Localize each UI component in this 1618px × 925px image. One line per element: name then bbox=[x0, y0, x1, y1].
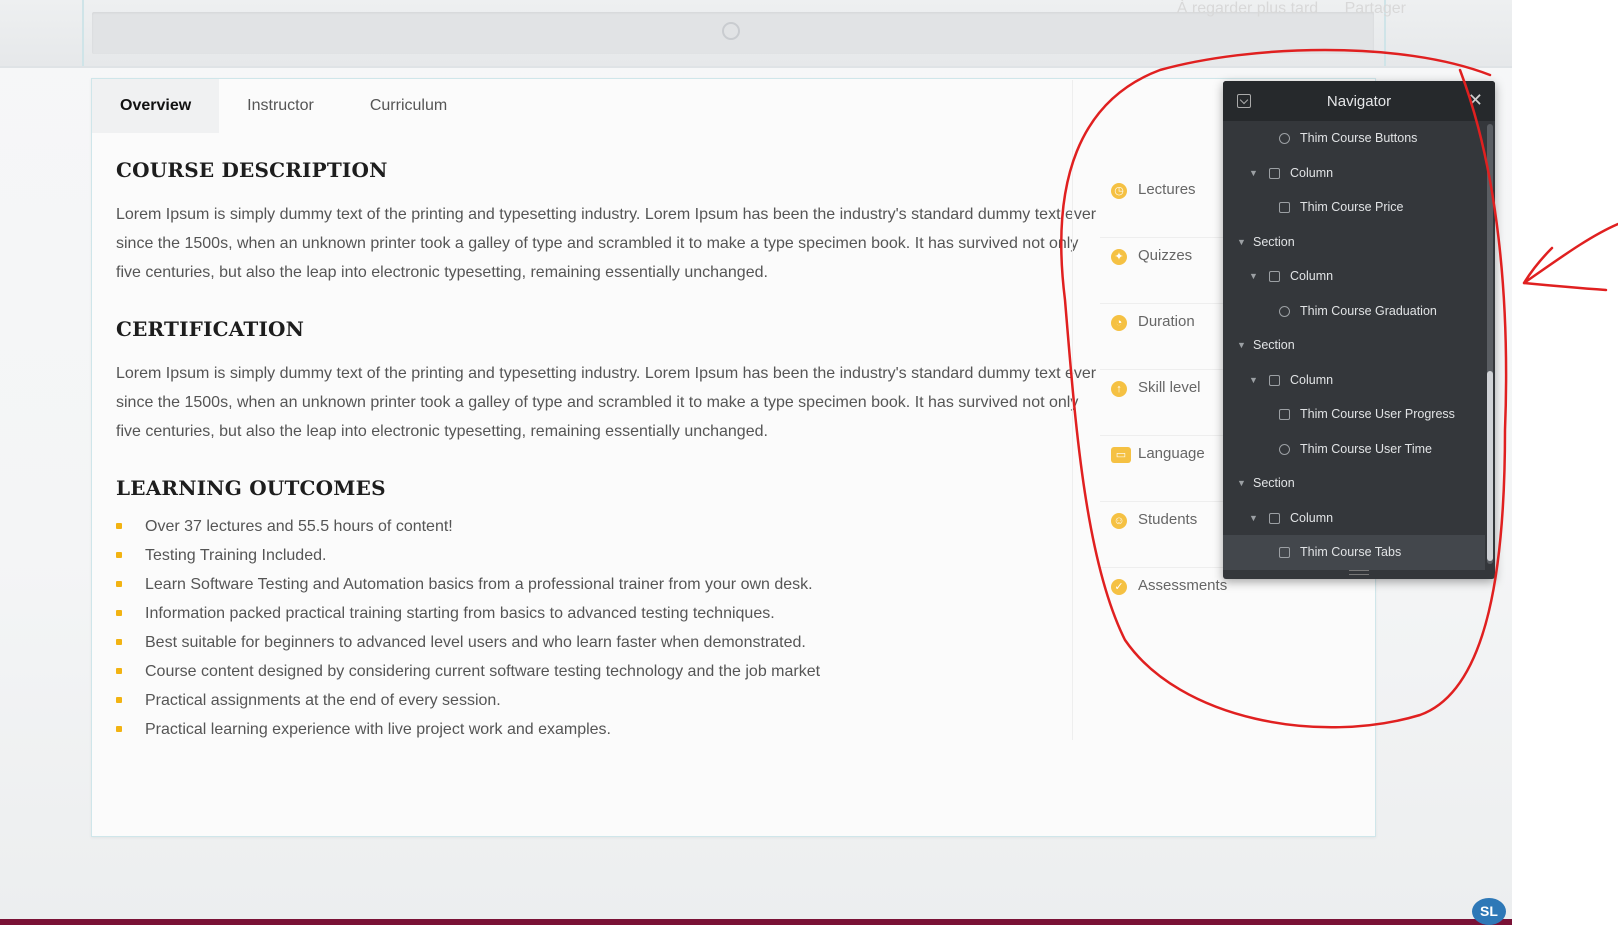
annotation-layer bbox=[1060, 48, 1618, 729]
annotation-circle bbox=[1060, 48, 1508, 729]
annotation-arrow bbox=[1522, 222, 1618, 292]
